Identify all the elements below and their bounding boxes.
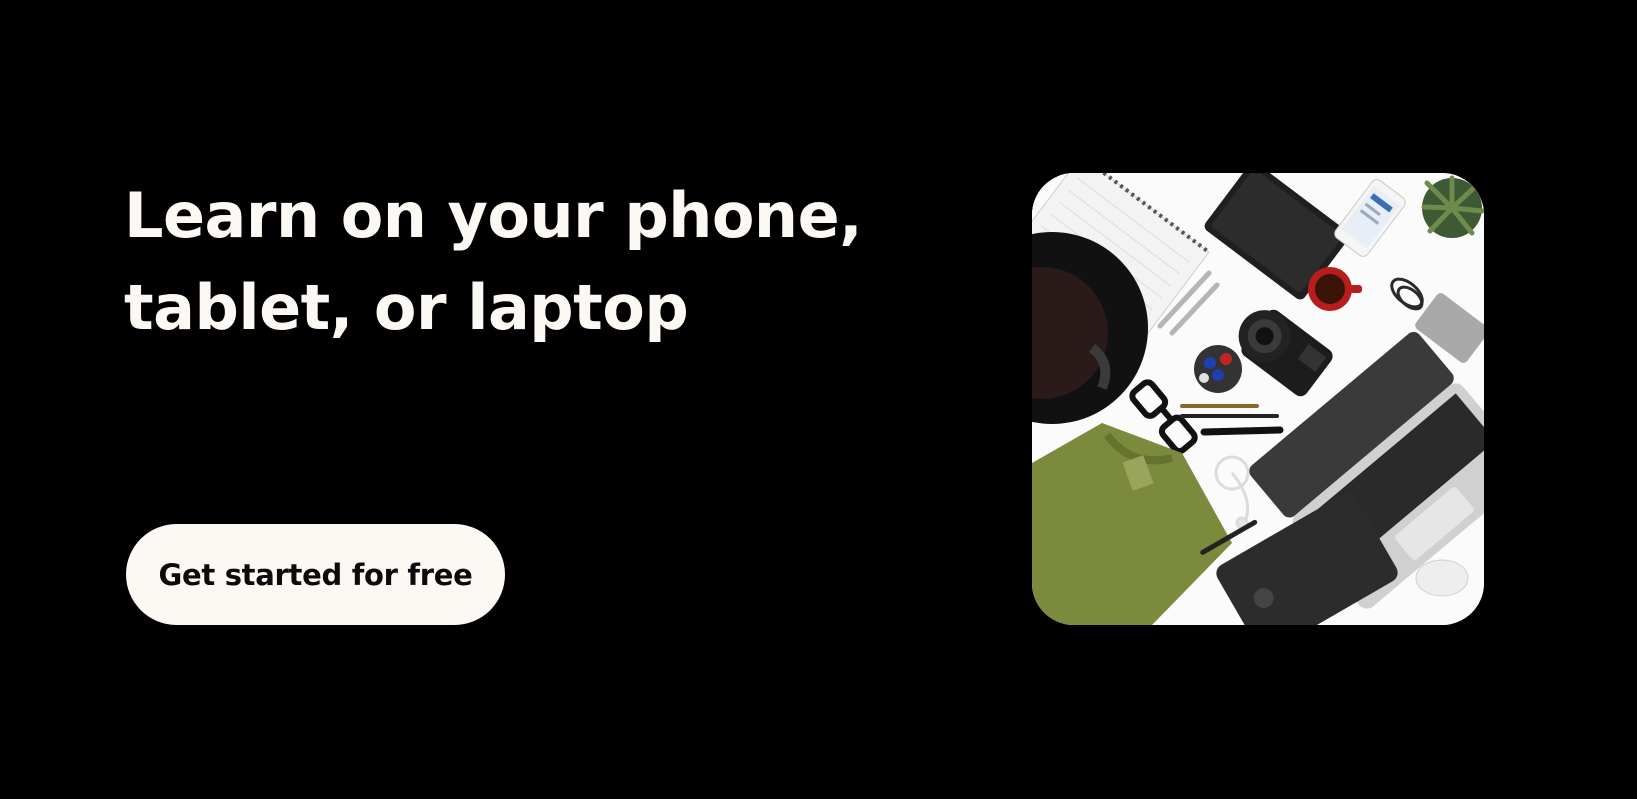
- devices-flatlay-image: [1032, 173, 1484, 625]
- plant-icon: [1421, 175, 1484, 238]
- hero-headline: Learn on your phone, tablet, or laptop: [124, 170, 924, 354]
- headline-line-1: Learn on your phone,: [124, 179, 863, 252]
- pencil-cup-icon: [1194, 345, 1242, 393]
- hero-section: Learn on your phone, tablet, or laptop G…: [0, 0, 1637, 799]
- headline-line-2: tablet, or laptop: [124, 271, 689, 344]
- mouse-icon: [1415, 559, 1469, 597]
- get-started-button[interactable]: Get started for free: [126, 524, 505, 625]
- devices-flatlay-illustration: [1032, 173, 1484, 625]
